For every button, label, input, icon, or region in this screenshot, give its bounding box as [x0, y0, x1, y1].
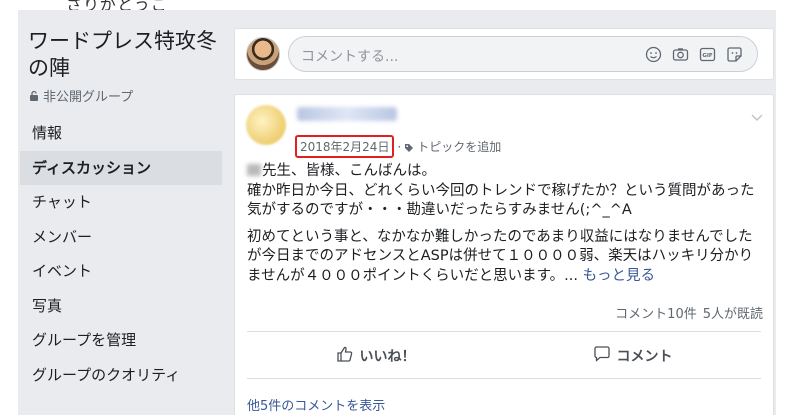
thumbs-up-icon: [336, 345, 354, 367]
right-margin: [776, 10, 800, 415]
sidebar-item-photos[interactable]: 写真: [20, 289, 222, 324]
post-stats: コメント10件 5人が既読: [615, 303, 763, 322]
sidebar-item-discussion[interactable]: ディスカッション: [20, 150, 222, 185]
add-topic-link[interactable]: トピックを追加: [417, 138, 501, 155]
gif-icon[interactable]: GIF: [699, 46, 716, 63]
sidebar-item-manage-group[interactable]: グループを管理: [20, 323, 222, 358]
comment-count[interactable]: コメント10件: [615, 303, 697, 322]
svg-text:GIF: GIF: [702, 53, 713, 59]
post-body: 先生、皆様、こんばんは。 確か昨日か今日、どれくらい今回のトレンドで稼げたか？と…: [247, 162, 767, 293]
view-more-comments-link[interactable]: 他5件のコメントを表示: [247, 395, 385, 414]
post-actions: いいね！ コメント: [247, 338, 761, 374]
sticker-icon[interactable]: [726, 46, 743, 63]
emoji-icon[interactable]: [645, 46, 662, 63]
sidebar-item-events[interactable]: イベント: [20, 254, 222, 289]
sidebar-nav: 情報 ディスカッション チャット メンバー イベント 写真 グループを管理 グル…: [18, 116, 222, 392]
post-paragraph: 先生、皆様、こんばんは。 確か昨日か今日、どれくらい今回のトレンドで稼げたか？と…: [247, 162, 767, 221]
comment-bubble-icon: [593, 345, 611, 367]
sidebar-item-members[interactable]: メンバー: [20, 220, 222, 255]
chevron-down-icon[interactable]: [751, 107, 763, 126]
author-avatar[interactable]: [246, 105, 286, 145]
comment-composer: コメントする... GIF: [234, 28, 774, 80]
comment-label: コメント: [616, 349, 673, 365]
privacy-label: 非公開グループ: [29, 86, 133, 105]
name-blurred: [247, 164, 261, 176]
comment-placeholder: コメントする...: [301, 49, 399, 65]
post-date[interactable]: 2018年2月24日: [295, 135, 395, 158]
post-meta: 2018年2月24日 · トピックを追加: [295, 135, 501, 158]
camera-icon[interactable]: [672, 46, 689, 63]
divider: [247, 378, 761, 379]
composer-icons: GIF: [645, 46, 743, 63]
paragraph2-text: 初めてという事と、なかなか難しかったのであまり収益にはなりませんでしたが今日まで…: [247, 228, 754, 284]
separator-dot: ·: [397, 139, 402, 154]
comment-button[interactable]: コメント: [504, 338, 761, 374]
seen-count[interactable]: 5人が既読: [703, 303, 763, 322]
privacy-text: 非公開グループ: [43, 90, 134, 105]
divider: [247, 331, 761, 332]
lock-icon: [29, 90, 39, 102]
paragraph1-text: 確か昨日か今日、どれくらい今回のトレンドで稼げたか？という質問があった気がするの…: [247, 182, 755, 219]
post-paragraph: 初めてという事と、なかなか難しかったのであまり収益にはなりませんでしたが今日まで…: [247, 228, 767, 287]
sidebar-item-chat[interactable]: チャット: [20, 185, 222, 220]
sidebar: ワードプレス特攻冬の陣 非公開グループ 情報 ディスカッション チャット メンバ…: [18, 10, 222, 415]
sidebar-item-about[interactable]: 情報: [20, 116, 222, 151]
facebook-group-page: ワードプレス特攻冬の陣 非公開グループ 情報 ディスカッション チャット メンバ…: [18, 10, 776, 415]
sidebar-item-group-quality[interactable]: グループのクオリティ: [20, 358, 222, 393]
comment-input[interactable]: コメントする... GIF: [288, 36, 758, 72]
post-card: 2018年2月24日 · トピックを追加 先生、皆様、こんばんは。 確か昨日か今…: [234, 94, 774, 415]
like-button[interactable]: いいね！: [247, 338, 504, 374]
author-name-blurred[interactable]: [297, 107, 397, 121]
see-more-link[interactable]: もっと見る: [583, 268, 656, 284]
like-label: いいね！: [359, 349, 416, 365]
avatar[interactable]: [246, 37, 280, 71]
greeting-text: 先生、皆様、こんばんは。: [262, 163, 436, 179]
top-strip: さりがとうご: [0, 0, 800, 14]
tag-icon: [404, 142, 414, 152]
group-title[interactable]: ワードプレス特攻冬の陣: [28, 28, 218, 82]
